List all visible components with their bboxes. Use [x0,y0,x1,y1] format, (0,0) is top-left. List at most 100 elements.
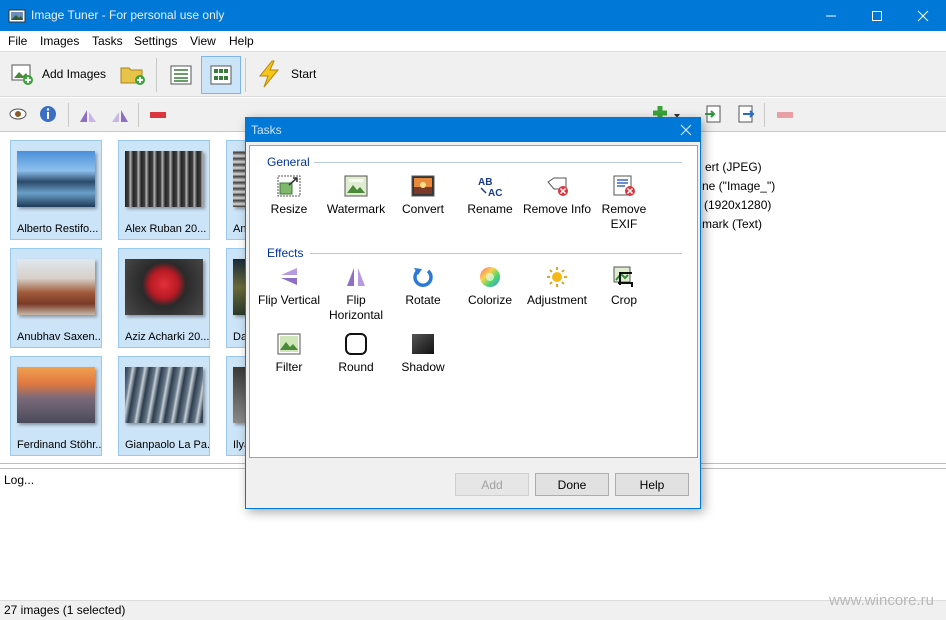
minimize-button[interactable] [808,0,854,31]
start-button[interactable]: Start [256,60,316,88]
add-images-label: Add Images [42,67,107,81]
dialog-close-icon[interactable] [680,124,692,136]
import-tasks-button[interactable] [704,105,722,123]
image-thumbnail[interactable]: Aziz Acharki 20... [118,248,210,348]
task-label: Watermark [326,202,386,216]
task-flip-vertical[interactable]: Flip Vertical [254,266,324,308]
image-thumbnail[interactable]: Alex Ruban 20... [118,140,210,240]
preview-button[interactable] [9,106,27,122]
maximize-button[interactable] [854,0,900,31]
image-thumbnail[interactable]: Gianpaolo La Pa... [118,356,210,456]
export-tasks-button[interactable] [737,105,755,123]
start-label: Start [291,67,317,81]
task-label: Adjustment [526,293,588,307]
rename-icon: AB AC [478,177,502,197]
adjustment-icon [547,267,567,287]
list-view-button[interactable] [167,62,195,88]
remove-task-button[interactable] [776,110,794,120]
toolbar-separator [138,103,139,127]
eye-icon [9,108,27,120]
help-button[interactable]: Help [615,473,689,496]
thumbnail-image [17,367,95,423]
task-crop[interactable]: Crop [589,266,659,308]
group-divider [310,253,682,254]
thumbnail-image [17,259,95,315]
task-remove-exif[interactable]: Remove EXIF [589,175,659,232]
thumbnail-view-button[interactable] [201,56,241,94]
rotate-right-button[interactable] [110,106,130,124]
round-icon [345,333,367,355]
remove-image-button[interactable] [149,110,167,120]
task-flip-horizontal[interactable]: Flip Horizontal [321,266,391,323]
task-filter[interactable]: Filter [254,333,324,375]
task-list-item[interactable]: ert (JPEG) [705,160,762,174]
task-round[interactable]: Round [321,333,391,375]
task-label: Convert [401,202,445,216]
task-list-item[interactable]: mark (Text) [702,217,762,231]
svg-text:AB: AB [478,177,492,188]
task-rotate[interactable]: Rotate [388,266,458,308]
task-label: Remove Info [522,202,592,216]
image-thumbnail[interactable]: Da [226,248,247,348]
task-shadow[interactable]: Shadow [388,333,458,375]
menu-images[interactable]: Images [40,34,79,48]
done-button[interactable]: Done [535,473,609,496]
task-list-item[interactable]: ne ("Image_") [702,179,775,193]
task-label: Resize [270,202,308,216]
add-button[interactable]: Add [455,473,529,496]
task-rename[interactable]: AB AC Rename [455,175,525,217]
menu-view[interactable]: View [190,34,216,48]
list-view-icon [170,65,192,85]
toolbar-separator [764,103,765,127]
menu-settings[interactable]: Settings [134,34,177,48]
effects-group-header: Effects [267,246,304,260]
close-icon [917,10,929,21]
convert-icon [411,175,435,197]
image-thumbnail[interactable]: An [226,140,247,240]
add-folder-button[interactable] [120,64,146,86]
title-bar: Image Tuner - For personal use only [0,0,946,31]
remove-icon [777,112,793,118]
flip-vertical-icon [281,268,297,285]
dialog-title-bar: Tasks [246,118,700,142]
info-button[interactable] [39,105,57,123]
thumbnail-label: Anubhav Saxen... [17,331,101,343]
menu-help[interactable]: Help [229,34,254,48]
task-convert[interactable]: Convert [388,175,458,217]
thumbnail-label: Gianpaolo La Pa... [125,439,209,451]
dialog-title: Tasks [251,123,282,137]
image-thumbnail[interactable]: Alberto Restifo... [10,140,102,240]
thumbnail-label: Alex Ruban 20... [125,223,207,235]
import-icon [705,105,721,123]
close-button[interactable] [900,0,946,31]
task-resize[interactable]: Resize [254,175,324,217]
task-adjustment[interactable]: Adjustment [522,266,592,308]
add-images-button[interactable]: Add Images [10,62,106,86]
app-icon [8,9,26,23]
task-list-item[interactable]: (1920x1280) [704,198,771,212]
rotate-left-button[interactable] [78,106,98,124]
task-watermark[interactable]: Watermark [321,175,391,217]
resize-icon [277,175,301,197]
task-colorize[interactable]: Colorize [455,266,525,308]
image-thumbnail[interactable]: Ilya [226,356,247,456]
svg-text:AC: AC [488,188,502,197]
task-label: Flip Horizontal [328,293,384,322]
export-icon [738,105,755,123]
status-bar: 27 images (1 selected) [0,600,946,620]
image-thumbnail[interactable]: Anubhav Saxen... [10,248,102,348]
menu-tasks[interactable]: Tasks [92,34,123,48]
window-title: Image Tuner - For personal use only [31,8,225,22]
thumbnail-image [125,259,203,315]
add-folder-icon [120,67,145,85]
task-remove-info[interactable]: Remove Info [522,175,592,217]
menu-bar: File Images Tasks Settings View Help [0,31,946,51]
thumbnail-view-icon [210,65,232,85]
log-text: Log... [4,473,35,487]
main-toolbar: Add Images Start [0,51,946,97]
task-label: Crop [610,293,637,307]
filter-icon [277,333,301,355]
rotate-left-icon [80,110,96,122]
image-thumbnail[interactable]: Ferdinand Stöhr... [10,356,102,456]
menu-file[interactable]: File [8,34,27,48]
